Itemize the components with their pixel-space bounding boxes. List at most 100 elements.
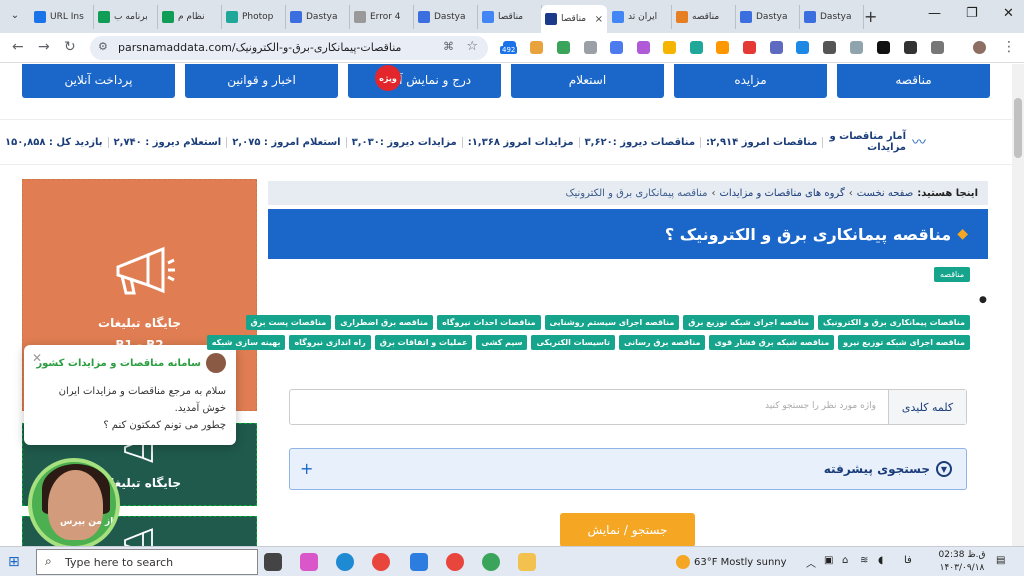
scrollbar-thumb[interactable] bbox=[1014, 98, 1022, 158]
browser-tab[interactable]: Dastya bbox=[736, 5, 800, 29]
browser-tab[interactable]: ایران تد bbox=[608, 5, 672, 29]
task-view-icon[interactable] bbox=[264, 553, 282, 571]
extension-icon[interactable] bbox=[877, 41, 890, 54]
nav-auction-button[interactable]: مزایده bbox=[674, 64, 827, 98]
megaphone-icon bbox=[124, 528, 153, 546]
browser-tab[interactable]: Dastya bbox=[286, 5, 350, 29]
extension-icon[interactable] bbox=[637, 41, 650, 54]
volume-icon[interactable]: ◖ bbox=[878, 555, 883, 566]
keyword-input[interactable]: واژه مورد نظر را جستجو کنید bbox=[765, 401, 876, 411]
extension-icon[interactable] bbox=[743, 41, 756, 54]
browser-tab[interactable]: مناقصا bbox=[478, 5, 542, 29]
restore-icon[interactable]: ❐ bbox=[966, 6, 978, 21]
site-info-icon[interactable]: ⚙ bbox=[98, 40, 108, 53]
notification-icon[interactable]: ▤ bbox=[996, 555, 1005, 566]
stats-item: مناقصات دیروز :۳,۶۲۰ bbox=[580, 136, 702, 148]
search-button[interactable]: جستجو / نمایش bbox=[560, 513, 695, 546]
page-scrollbar[interactable] bbox=[1012, 64, 1024, 546]
chrome-icon[interactable] bbox=[372, 553, 390, 571]
tray-icon[interactable]: ▣ bbox=[824, 555, 833, 566]
extension-icon[interactable] bbox=[796, 41, 809, 54]
close-icon[interactable]: ✕ bbox=[32, 351, 42, 365]
tag-chip[interactable]: تاسیسات الکتریکی bbox=[531, 335, 615, 350]
chat-message: سلام به مرجع مناقصات و مزایدات ایران خوش… bbox=[58, 386, 226, 414]
translate-icon[interactable]: ⌘ bbox=[443, 40, 454, 53]
extension-icon[interactable] bbox=[716, 41, 729, 54]
plus-icon[interactable]: + bbox=[300, 459, 313, 478]
chrome-icon[interactable] bbox=[446, 553, 464, 571]
nav-post-ad-button[interactable]: درج و نمایش آگهی bbox=[348, 64, 501, 98]
tag-chip[interactable]: بهینه سازی شبکه bbox=[206, 335, 286, 350]
browser-menu-icon[interactable]: ⋮ bbox=[1002, 39, 1016, 55]
breadcrumb-groups-link[interactable]: گروه های مناقصات و مزایدات bbox=[719, 188, 844, 199]
extension-icon[interactable] bbox=[770, 41, 783, 54]
browser-tab[interactable]: URL Ins bbox=[30, 5, 94, 29]
tag-chip[interactable]: مناقصه برق رسانی bbox=[618, 335, 706, 350]
extension-icon[interactable] bbox=[584, 41, 597, 54]
bookmark-star-icon[interactable]: ☆ bbox=[466, 39, 478, 54]
tag-chip[interactable]: مناقصات پیمانکاری برق و الکترونیک bbox=[818, 315, 970, 330]
back-icon[interactable]: ← bbox=[12, 39, 24, 55]
close-window-icon[interactable]: ✕ bbox=[1003, 6, 1014, 21]
extension-icon[interactable] bbox=[690, 41, 703, 54]
tag-chip[interactable]: مناقصه اجرای سیستم روشنایی bbox=[544, 315, 680, 330]
extension-icon[interactable] bbox=[663, 41, 676, 54]
chrome-icon[interactable] bbox=[482, 553, 500, 571]
nav-news-button[interactable]: اخبار و قوانین bbox=[185, 64, 338, 98]
browser-tab[interactable]: برنامه ب bbox=[94, 5, 158, 29]
browser-tab[interactable]: مناقصا × bbox=[541, 5, 607, 33]
tab-favicon-icon bbox=[740, 11, 752, 23]
tab-favicon-icon bbox=[98, 11, 110, 23]
bullet-dot: ● bbox=[979, 295, 987, 305]
minimize-icon[interactable]: — bbox=[928, 6, 941, 21]
tag-chip[interactable]: سیم کشی bbox=[476, 335, 528, 350]
browser-tab[interactable]: Photop bbox=[222, 5, 286, 29]
tag-chip[interactable]: مناقصات پست برق bbox=[245, 315, 332, 330]
nav-tender-button[interactable]: مناقصه bbox=[837, 64, 990, 98]
extension-icon[interactable] bbox=[557, 41, 570, 54]
app-icon[interactable] bbox=[410, 553, 428, 571]
tag-chip[interactable]: مناقصه برق اضطراری bbox=[335, 315, 434, 330]
language-indicator[interactable]: فا bbox=[904, 555, 912, 566]
tab-close-icon[interactable]: × bbox=[595, 14, 603, 25]
taskbar-search-box[interactable]: ⌕ Type here to search bbox=[36, 549, 258, 575]
nav-payment-button[interactable]: پرداخت آنلاین bbox=[22, 64, 175, 98]
nav-inquiry-button[interactable]: استعلام bbox=[511, 64, 664, 98]
windows-start-icon[interactable]: ⊞ bbox=[8, 554, 20, 570]
extensions-puzzle-icon[interactable] bbox=[931, 41, 944, 54]
category-chip[interactable]: مناقصه bbox=[934, 267, 971, 282]
tag-chip[interactable]: عملیات و اتفاقات برق bbox=[374, 335, 473, 350]
forward-icon[interactable]: → bbox=[38, 39, 50, 55]
weather-widget[interactable]: 63°F Mostly sunny bbox=[676, 555, 787, 569]
tag-chip[interactable]: مناقصه اجرای شبکه توزیع نیرو bbox=[838, 335, 970, 350]
extension-icon[interactable] bbox=[530, 41, 543, 54]
tray-icon[interactable]: ⌂ bbox=[842, 555, 848, 566]
wifi-icon[interactable]: ≋ bbox=[860, 555, 868, 566]
browser-tab[interactable]: نظام م bbox=[158, 5, 222, 29]
browser-tab[interactable]: Error 4 bbox=[350, 5, 414, 29]
tag-chip[interactable]: مناقصات احداث نیروگاه bbox=[437, 315, 541, 330]
browser-tab[interactable]: Dastya bbox=[414, 5, 478, 29]
breadcrumb-home-link[interactable]: صفحه نخست bbox=[857, 188, 914, 199]
browser-tab[interactable]: Dastya bbox=[800, 5, 864, 29]
extension-icon[interactable] bbox=[610, 41, 623, 54]
clock[interactable]: ق.ظ 02:38 ۱۴۰۳/۰۹/۱۸ bbox=[936, 549, 988, 575]
tag-chip[interactable]: مناقصه شبکه برق فشار قوی bbox=[709, 335, 835, 350]
address-bar[interactable]: ⚙ parsnamaddata.com/مناقصات-پیمانکاری-بر… bbox=[90, 36, 488, 60]
tag-chip[interactable]: مناقصه اجرای شبکه توزیع برق bbox=[683, 315, 815, 330]
file-explorer-icon[interactable] bbox=[518, 553, 536, 571]
tab-search-icon[interactable]: ⌄ bbox=[6, 7, 24, 25]
extension-icon[interactable] bbox=[850, 41, 863, 54]
chat-launcher-button[interactable]: از من بپرس bbox=[28, 458, 120, 546]
extension-icon[interactable] bbox=[904, 41, 917, 54]
reload-icon[interactable]: ↻ bbox=[64, 39, 76, 55]
copilot-icon[interactable] bbox=[300, 553, 318, 571]
profile-avatar[interactable] bbox=[973, 41, 986, 54]
new-tab-button[interactable]: + bbox=[864, 7, 877, 26]
edge-icon[interactable] bbox=[336, 553, 354, 571]
extension-icon[interactable] bbox=[823, 41, 836, 54]
tag-chip[interactable]: راه اندازی نیروگاه bbox=[289, 335, 371, 350]
tray-chevron-icon[interactable]: ︿ bbox=[806, 555, 816, 570]
browser-tab[interactable]: مناقصه bbox=[672, 5, 736, 29]
advanced-search-toggle[interactable]: ▼ جستجوی پیشرفته + bbox=[289, 448, 967, 490]
